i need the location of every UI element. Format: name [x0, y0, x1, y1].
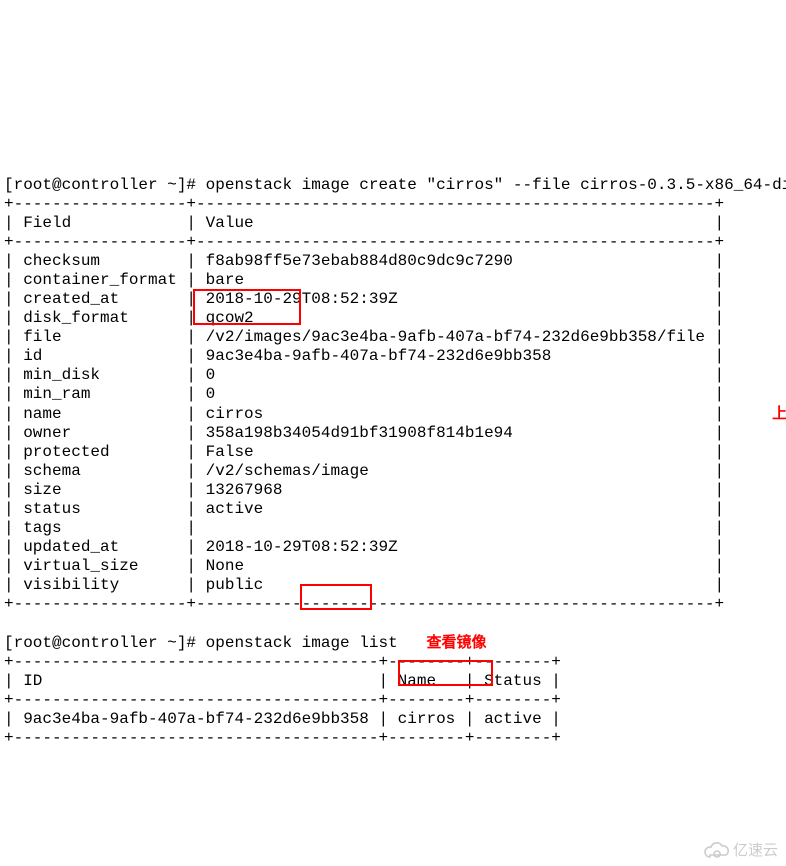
tbl1-row-owner: | owner | 358a198b34054d91bf31908f814b1e… — [4, 424, 724, 442]
tbl1-row-id: | id | 9ac3e4ba-9afb-407a-bf74-232d6e9bb… — [4, 347, 724, 365]
tbl1-row-status: | status | active | — [4, 500, 724, 518]
tbl1-row-disk-format: | disk_format | qcow2 | — [4, 309, 724, 327]
tbl1-header: | Field | Value | — [4, 214, 724, 232]
tbl1-row-file: | file | /v2/images/9ac3e4ba-9afb-407a-b… — [4, 328, 724, 346]
cloud-icon — [703, 842, 733, 860]
tbl1-row-updated-at: | updated_at | 2018-10-29T08:52:39Z | — [4, 538, 724, 556]
tbl1-row-protected: | protected | False | — [4, 443, 724, 461]
highlight-box-image-cmd — [300, 584, 372, 610]
watermark-text: 亿速云 — [733, 842, 778, 859]
tbl1-row-min-ram: | min_ram | 0 | — [4, 385, 724, 403]
tbl1-row-min-disk: | min_disk | 0 | — [4, 366, 724, 384]
highlight-box-cirros-listname — [398, 660, 493, 686]
prompt-create-image: [root@controller ~]# openstack image cre… — [4, 176, 786, 194]
tbl1-row-checksum: | checksum | f8ab98ff5e73ebab884d80c9dc9… — [4, 252, 724, 270]
tbl1-row-schema: | schema | /v2/schemas/image | — [4, 462, 724, 480]
tbl2-row1: | 9ac3e4ba-9afb-407a-bf74-232d6e9bb358 |… — [4, 710, 561, 728]
tbl1-row-container-format: | container_format | bare | — [4, 271, 724, 289]
tbl1-row-name: | name | cirros | — [4, 405, 724, 423]
tbl1-row-virtual-size: | virtual_size | None | — [4, 557, 724, 575]
tbl1-row-size: | size | 13267968 | — [4, 481, 724, 499]
tbl2-border-mid: +--------------------------------------+… — [4, 691, 561, 709]
highlight-box-name-cirros — [193, 289, 301, 325]
watermark: 亿速云 — [695, 822, 778, 860]
annotation-view-image: 查看镜像 — [426, 634, 486, 651]
tbl2-border-bot: +--------------------------------------+… — [4, 729, 561, 747]
annotation-upload-success: 上传成功 — [772, 404, 786, 423]
prompt-image-list: [root@controller ~]# openstack image lis… — [4, 634, 398, 652]
tbl1-border-mid: +------------------+--------------------… — [4, 233, 724, 251]
tbl1-border-top: +------------------+--------------------… — [4, 195, 724, 213]
tbl1-row-created-at: | created_at | 2018-10-29T08:52:39Z | — [4, 290, 724, 308]
tbl1-row-tags: | tags | | — [4, 519, 724, 537]
